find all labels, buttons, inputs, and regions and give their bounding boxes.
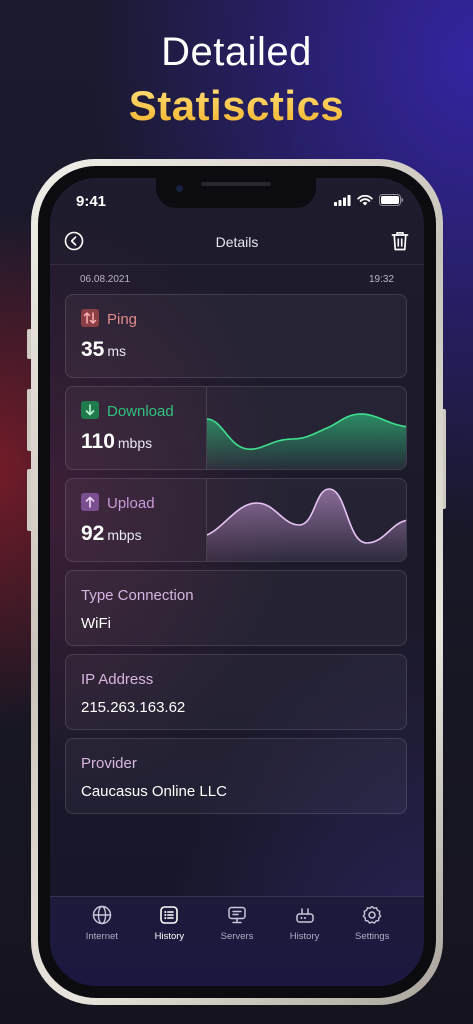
tab-internet[interactable]: Internet: [70, 897, 134, 986]
status-time: 9:41: [76, 193, 107, 210]
notch: [156, 178, 316, 208]
download-value: 110: [81, 430, 115, 453]
connection-type-label: Type Connection: [81, 587, 194, 604]
tab-settings[interactable]: Settings: [340, 897, 404, 986]
tab-servers[interactable]: Servers: [205, 897, 269, 986]
download-card: Download 110 mbps: [65, 386, 407, 470]
upload-value-row: 92 mbps: [81, 522, 142, 546]
ip-address-label: IP Address: [81, 671, 154, 688]
headline-subtitle: Statisctics: [0, 82, 473, 130]
upload-graph: [206, 479, 406, 561]
upload-unit: mbps: [107, 527, 142, 543]
download-label: Download: [107, 403, 174, 420]
tab-history-label: History: [154, 931, 185, 942]
download-graph-svg: [206, 413, 406, 469]
router-icon: [295, 908, 314, 923]
ping-value-row: 35 ms: [81, 338, 126, 362]
battery-icon: [379, 194, 404, 206]
cellular-signal-icon: [334, 194, 351, 206]
phone-frame: 9:41 Details 06.08.2021 19:32 Ping 35 ms…: [31, 159, 443, 1005]
delete-button[interactable]: [390, 230, 410, 252]
tab-settings-label: Settings: [355, 931, 390, 942]
ping-label-row: Ping: [81, 309, 138, 329]
download-graph: [206, 387, 406, 469]
list-icon: [160, 906, 179, 924]
ping-label: Ping: [107, 311, 138, 328]
upload-label: Upload: [107, 495, 155, 512]
ping-card: Ping 35 ms: [65, 294, 407, 378]
headline-title: Detailed: [161, 30, 312, 74]
wifi-icon: [357, 194, 373, 205]
ping-unit: ms: [107, 343, 127, 359]
app-screen: 9:41 Details 06.08.2021 19:32 Ping 35 ms…: [50, 178, 424, 986]
page-title: Details: [215, 234, 259, 250]
tab-history-router-label: History: [289, 931, 320, 942]
earpiece-speaker: [201, 182, 271, 186]
download-value-row: 110 mbps: [81, 430, 152, 454]
upload-graph-svg: [206, 488, 406, 561]
tab-history-router[interactable]: History: [273, 897, 337, 986]
ping-arrows-icon: [81, 309, 99, 328]
upload-card: Upload 92 mbps: [65, 478, 407, 562]
connection-type-card: Type Connection WiFi: [65, 570, 407, 646]
tab-bar: Internet History Servers History Setting…: [50, 896, 424, 986]
connection-type-value: WiFi: [81, 615, 111, 632]
provider-card: Provider Caucasus Online LLC: [65, 738, 407, 814]
front-camera: [176, 185, 183, 192]
upload-arrow-icon: [81, 493, 99, 512]
globe-icon: [92, 905, 112, 925]
status-icons: [334, 194, 404, 206]
upload-label-row: Upload: [81, 493, 155, 513]
gear-icon: [362, 905, 382, 924]
download-label-row: Download: [81, 401, 174, 421]
navigation-bar: Details: [50, 225, 424, 265]
tab-internet-label: Internet: [85, 931, 118, 942]
tab-servers-label: Servers: [220, 931, 254, 942]
provider-value: Caucasus Online LLC: [81, 783, 227, 800]
server-icon: [228, 906, 246, 924]
download-arrow-icon: [81, 401, 99, 420]
test-time: 19:32: [368, 274, 394, 285]
tab-history[interactable]: History: [137, 897, 201, 986]
download-unit: mbps: [117, 435, 153, 451]
provider-label: Provider: [81, 755, 137, 772]
upload-value: 92: [81, 522, 105, 545]
ip-address-card: IP Address 215.263.163.62: [65, 654, 407, 730]
test-date: 06.08.2021: [80, 274, 131, 285]
ip-address-value: 215.263.163.62: [81, 699, 186, 716]
ping-value: 35: [81, 338, 105, 361]
